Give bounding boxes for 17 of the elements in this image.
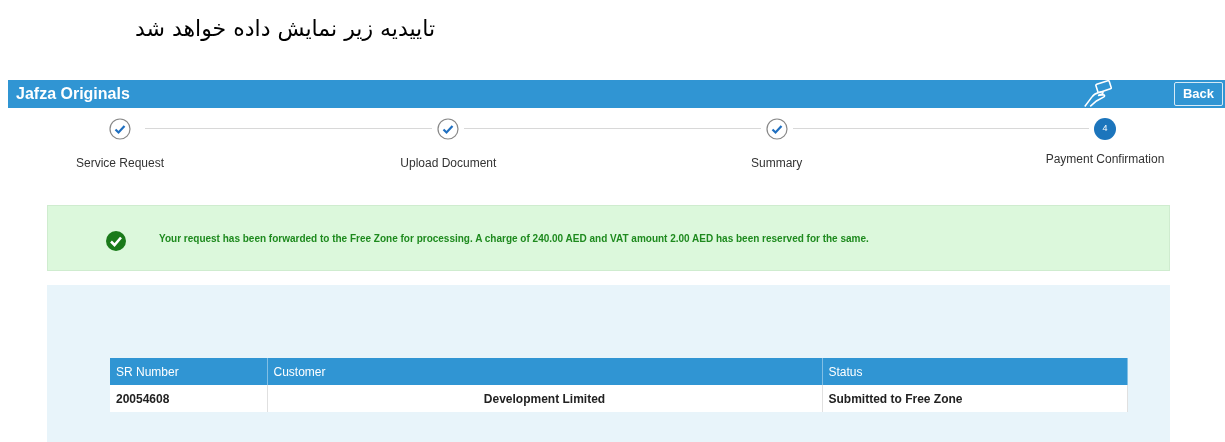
- step-label: Payment Confirmation: [1045, 151, 1165, 168]
- table-cell: Submitted to Free Zone: [822, 385, 1128, 412]
- step-label: Upload Document: [400, 155, 497, 172]
- table-cell: 20054608: [110, 385, 267, 412]
- step-label: Service Request: [75, 155, 164, 172]
- step-number: 4: [1094, 118, 1116, 140]
- step-label: Summary: [751, 155, 803, 172]
- column-header: Customer: [267, 358, 822, 385]
- table-cell: Development Limited: [267, 385, 822, 412]
- check-circle-icon: [106, 231, 126, 251]
- alert-message: Your request has been forwarded to the Free Zone for processing. A charge of 240.00 AED and VAT amount 2.00 AED has been reserved for the same.: [159, 231, 869, 246]
- column-header: SR Number: [110, 358, 267, 385]
- hand-card-icon: [1081, 80, 1114, 108]
- app-title: Jafza Originals: [16, 84, 130, 104]
- back-button[interactable]: Back: [1173, 82, 1223, 106]
- column-header: Status: [822, 358, 1128, 385]
- caption-text: تاییدیه زیر نمایش داده خواهد شد: [135, 15, 436, 43]
